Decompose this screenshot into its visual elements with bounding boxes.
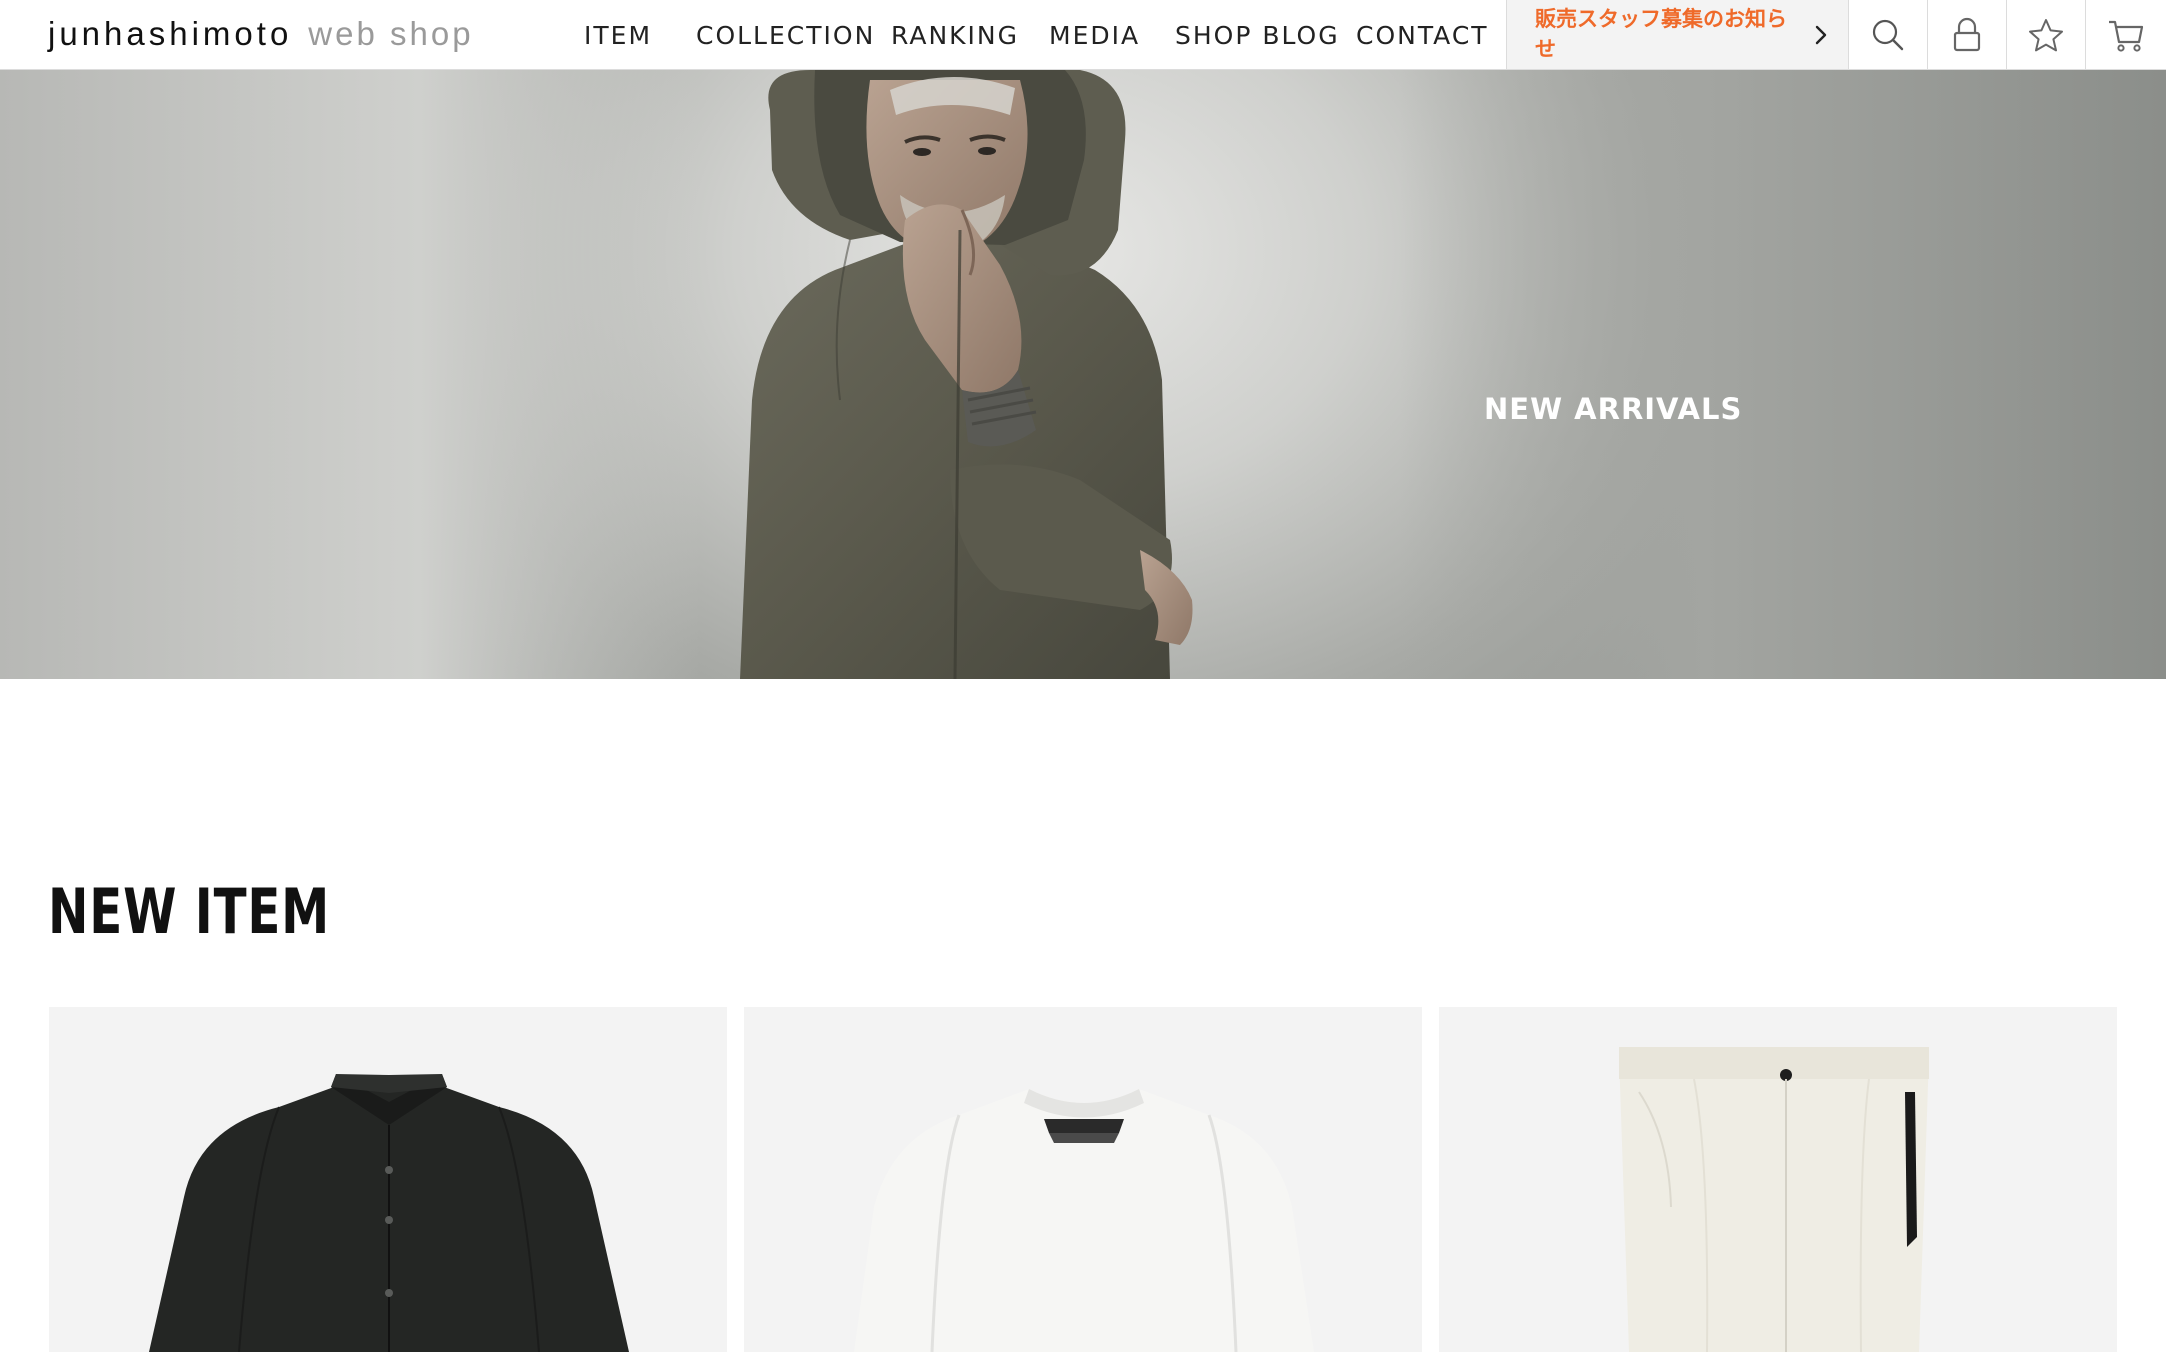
cart-icon <box>2109 20 2144 52</box>
star-icon <box>2029 18 2063 51</box>
new-item-heading: NEW ITEM <box>48 875 331 948</box>
hero-background-right <box>1400 70 2166 679</box>
nav-item-shop-blog[interactable]: SHOP BLOG <box>1175 14 1340 58</box>
notice-text: 販売スタッフ募集のお知らせ <box>1535 7 1787 61</box>
product-card-tshirt[interactable] <box>744 1007 1422 1352</box>
nav-item-collection[interactable]: COLLECTION <box>696 14 875 58</box>
logo-subtitle: web shop <box>308 15 474 52</box>
search-icon <box>1872 19 1904 50</box>
product-card-pants[interactable] <box>1439 1007 2117 1352</box>
account-button[interactable] <box>1927 0 2006 69</box>
site-logo[interactable]: junhashimoto web shop <box>48 12 474 56</box>
staff-recruitment-notice[interactable]: 販売スタッフ募集のお知らせ <box>1506 0 1848 69</box>
nav-item-contact[interactable]: CONTACT <box>1356 14 1489 58</box>
hero-title[interactable]: NEW ARRIVALS <box>1484 392 1742 426</box>
cart-button[interactable] <box>2085 0 2166 69</box>
nav-item-ranking[interactable]: RANKING <box>891 14 1019 58</box>
hero-model-image <box>740 70 1193 679</box>
nav-item-item[interactable]: ITEM <box>584 14 652 58</box>
nav-item-media[interactable]: MEDIA <box>1049 14 1140 58</box>
hero-banner[interactable]: NEW ARRIVALS <box>0 70 2166 679</box>
favorites-button[interactable] <box>2006 0 2085 69</box>
logo-brand: junhashimoto <box>48 15 293 52</box>
product-card-shirt[interactable] <box>49 1007 727 1352</box>
site-header: junhashimoto web shop ITEM COLLECTION RA… <box>0 0 2166 70</box>
lock-icon <box>1953 17 1981 51</box>
product-image-white-tshirt <box>854 1089 1314 1352</box>
search-button[interactable] <box>1848 0 1927 69</box>
hero-background-left <box>0 70 700 679</box>
product-image-black-shirt <box>149 1074 629 1352</box>
product-image-cream-pants <box>1619 1047 1929 1352</box>
chevron-right-icon <box>1815 25 1827 45</box>
